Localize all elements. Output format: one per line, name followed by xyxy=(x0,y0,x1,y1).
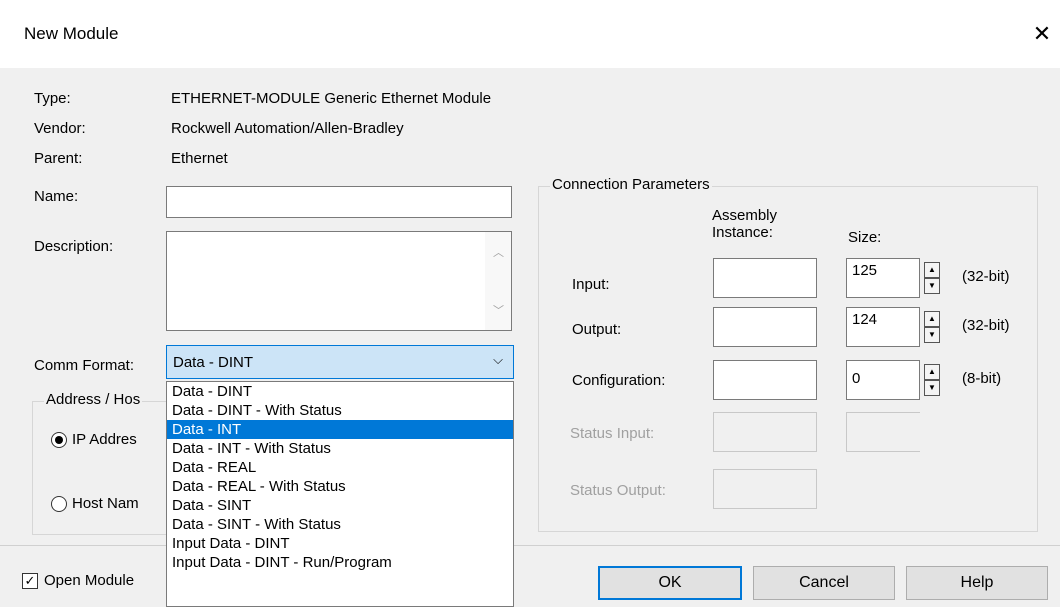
status-output-label: Status Output: xyxy=(570,482,666,499)
vendor-value: Rockwell Automation/Allen-Bradley xyxy=(171,120,404,137)
input-size-value: 125 xyxy=(852,262,878,279)
host-name-label[interactable]: Host Nam xyxy=(72,495,139,512)
comm-format-option[interactable]: Data - SINT - With Status xyxy=(167,515,513,534)
parent-label: Parent: xyxy=(34,150,83,167)
comm-format-option[interactable]: Data - INT - With Status xyxy=(167,439,513,458)
help-button[interactable]: Help xyxy=(906,566,1048,600)
address-host-legend: Address / Hos xyxy=(44,391,143,408)
status-input-size-field xyxy=(846,412,920,452)
comm-format-option[interactable]: Data - INT xyxy=(167,420,513,439)
description-scrollbar[interactable]: ︿ ﹀ xyxy=(485,232,511,330)
comm-format-label: Comm Format: xyxy=(34,357,135,374)
configuration-size-up-icon[interactable]: ▲ xyxy=(924,364,940,380)
assembly-header: Assembly Instance: xyxy=(712,207,778,241)
footer-separator xyxy=(0,545,1060,546)
scroll-down-icon[interactable]: ﹀ xyxy=(493,302,504,318)
vendor-label: Vendor: xyxy=(34,120,86,137)
output-size-unit: (32-bit) xyxy=(962,317,1010,334)
title-bar xyxy=(0,0,1060,68)
comm-format-option[interactable]: Input Data - DINT - Run/Program xyxy=(167,553,513,572)
configuration-instance-field[interactable] xyxy=(713,360,817,400)
name-label: Name: xyxy=(34,188,79,205)
ip-address-radio[interactable] xyxy=(51,432,67,448)
cancel-button[interactable]: Cancel xyxy=(753,566,895,600)
comm-format-dropdown[interactable]: Data - DINT ⌵ xyxy=(166,345,514,379)
output-size-value: 124 xyxy=(852,311,878,328)
host-name-radio[interactable] xyxy=(51,496,67,512)
comm-format-dropdown-list[interactable]: Data - DINT Data - DINT - With Status Data… xyxy=(166,381,514,607)
comm-format-option[interactable]: Data - REAL - With Status xyxy=(167,477,513,496)
configuration-size-value: 0 xyxy=(852,370,861,387)
close-icon[interactable]: ✕ xyxy=(1026,16,1058,52)
output-label: Output: xyxy=(572,321,622,338)
input-size-up-icon[interactable]: ▲ xyxy=(924,262,940,278)
input-size-unit: (32-bit) xyxy=(962,268,1010,285)
parent-value: Ethernet xyxy=(171,150,228,167)
input-label: Input: xyxy=(572,276,610,293)
comm-format-option[interactable]: Data - DINT xyxy=(167,382,513,401)
comm-format-option[interactable]: Data - REAL xyxy=(167,458,513,477)
ip-address-label[interactable]: IP Addres xyxy=(72,431,137,448)
comm-format-option[interactable]: Data - DINT - With Status xyxy=(167,401,513,420)
name-input[interactable] xyxy=(166,186,512,218)
output-instance-field[interactable] xyxy=(713,307,817,347)
connection-parameters-legend: Connection Parameters xyxy=(550,176,712,193)
open-module-label[interactable]: Open Module xyxy=(44,572,134,589)
output-size-field[interactable]: 124 xyxy=(846,307,920,347)
input-size-field[interactable]: 125 xyxy=(846,258,920,298)
scroll-up-icon[interactable]: ︿ xyxy=(493,244,504,260)
configuration-label: Configuration: xyxy=(572,372,666,389)
input-size-down-icon[interactable]: ▼ xyxy=(924,278,940,294)
output-size-down-icon[interactable]: ▼ xyxy=(924,327,940,343)
status-input-label: Status Input: xyxy=(570,425,655,442)
output-size-up-icon[interactable]: ▲ xyxy=(924,311,940,327)
configuration-size-unit: (8-bit) xyxy=(962,370,1002,387)
type-value: ETHERNET-MODULE Generic Ethernet Module xyxy=(171,90,492,107)
chevron-down-icon[interactable]: ⌵ xyxy=(493,352,503,368)
configuration-size-field[interactable]: 0 xyxy=(846,360,920,400)
ok-button[interactable]: OK xyxy=(598,566,742,600)
size-header: Size: xyxy=(848,229,882,246)
description-label: Description: xyxy=(34,238,114,255)
comm-format-option[interactable]: Input Data - DINT xyxy=(167,534,513,553)
dialog-title: New Module xyxy=(24,24,119,43)
configuration-size-down-icon[interactable]: ▼ xyxy=(924,380,940,396)
description-textarea[interactable]: ︿ ﹀ xyxy=(166,231,512,331)
comm-format-selected: Data - DINT xyxy=(173,354,254,371)
input-instance-field[interactable] xyxy=(713,258,817,298)
status-input-instance-field xyxy=(713,412,817,452)
open-module-checkbox[interactable]: ✓ xyxy=(22,573,38,589)
status-output-instance-field xyxy=(713,469,817,509)
comm-format-option[interactable]: Data - SINT xyxy=(167,496,513,515)
type-label: Type: xyxy=(34,90,71,107)
